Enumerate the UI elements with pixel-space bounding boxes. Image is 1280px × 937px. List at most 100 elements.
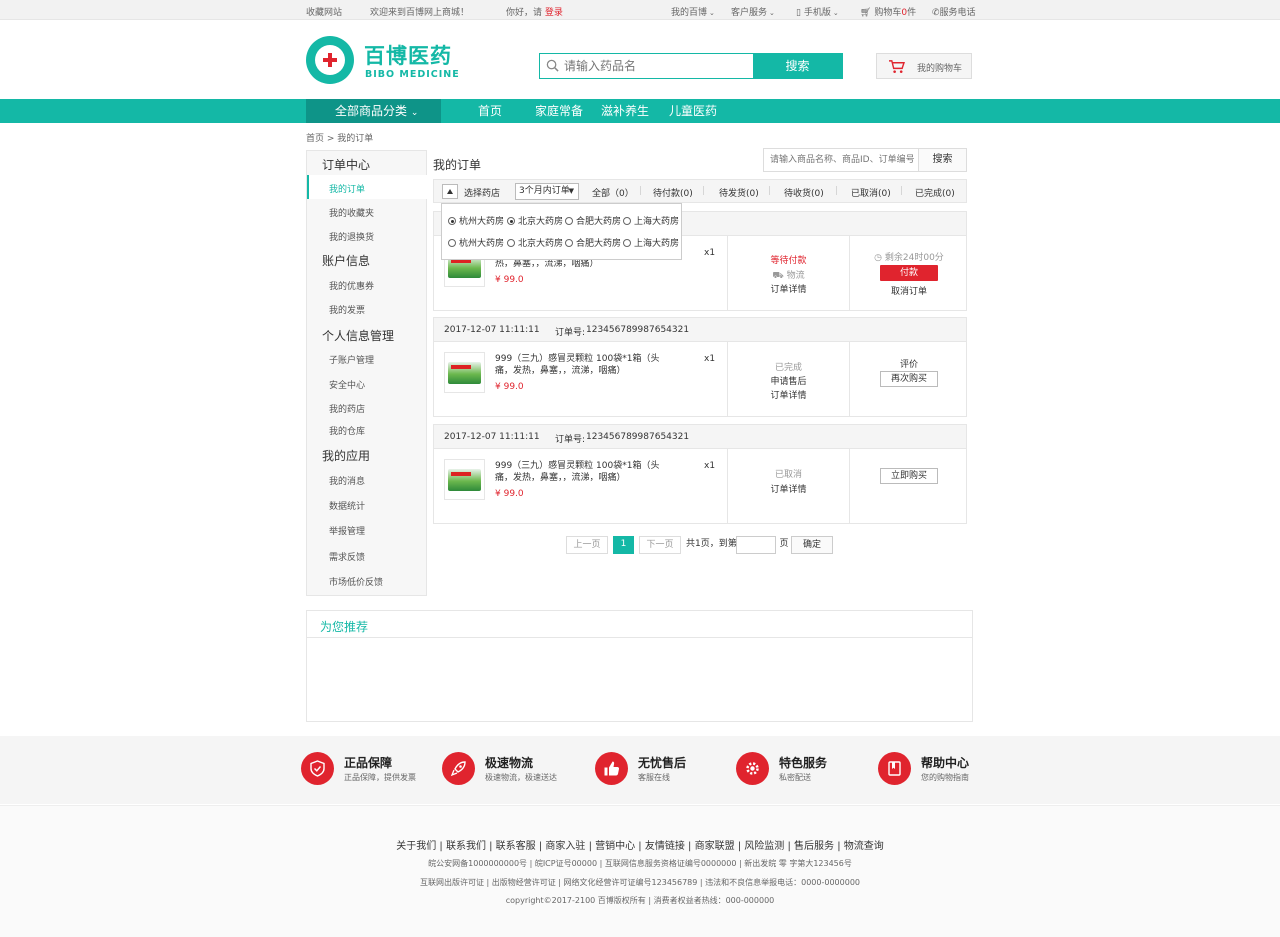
- sidebar-heading-account: 账户信息: [322, 254, 371, 268]
- store-option-label: 上海大药房: [634, 217, 680, 227]
- order-date: 2017-12-07 11:11:11: [444, 432, 540, 442]
- tab-to-receive[interactable]: 待收货(0): [784, 186, 824, 199]
- service-label: 客户服务: [731, 8, 768, 18]
- store-option[interactable]: 合肥大药房: [565, 214, 621, 227]
- sidebar-item-invoices[interactable]: 我的发票: [329, 303, 365, 316]
- login-link[interactable]: 登录: [545, 8, 563, 18]
- product-name[interactable]: 999（三九）感冒灵颗粒 100袋*1箱（头痛，发热，鼻塞，，流涕，咽痛）: [495, 353, 675, 377]
- service-menu[interactable]: 客户服务 ⌄: [731, 5, 775, 18]
- order-header: 2017-12-07 11:11:11 订单号: 123456789987654…: [434, 318, 966, 342]
- order-body: 999（三九）感冒灵颗粒 100袋*1箱（头痛，发热，鼻塞，，流涕，咽痛） ¥ …: [434, 342, 966, 416]
- order-detail-link[interactable]: 订单详情: [728, 482, 849, 495]
- radio-selected-icon: [448, 217, 456, 225]
- search-button[interactable]: 搜索: [753, 54, 842, 78]
- mobile-menu[interactable]: ▯ 手机版 ⌄: [796, 5, 839, 18]
- logistics-link[interactable]: ⛟ 物流: [728, 268, 849, 282]
- topbar-cart[interactable]: 🛒︎ 购物车0件: [860, 5, 916, 18]
- order-filter-bar: 选择药店 3个月内订单 ▼ 全部（0） | 待付款(0) | 待发货(0) | 待…: [433, 179, 967, 203]
- store-option-label: 北京大药房: [518, 239, 564, 249]
- sidebar-item-my-orders[interactable]: 我的订单: [329, 182, 365, 195]
- order-search-button[interactable]: 搜索: [918, 149, 966, 171]
- sidebar-item-sub-account[interactable]: 子账户管理: [329, 353, 374, 366]
- search-input[interactable]: [564, 54, 752, 78]
- sidebar: 订单中心 我的订单 我的收藏夹 我的退换货 账户信息 我的优惠券 我的发票 个人…: [306, 150, 427, 596]
- next-page-button[interactable]: 下一页: [639, 536, 681, 554]
- sidebar-item-report[interactable]: 举报管理: [329, 524, 365, 537]
- sidebar-item-returns[interactable]: 我的退换货: [329, 230, 374, 243]
- nav-item-family[interactable]: 家庭常备: [535, 99, 583, 123]
- radio-icon: [623, 239, 631, 247]
- product-qty: x1: [704, 354, 716, 364]
- service-phone[interactable]: ✆服务电话: [932, 5, 976, 18]
- prev-page-button[interactable]: 上一页: [566, 536, 608, 554]
- tab-cancelled[interactable]: 已取消(0): [851, 186, 891, 199]
- store-option[interactable]: 杭州大药房: [448, 236, 504, 249]
- order-date: 2017-12-07 11:11:11: [444, 325, 540, 335]
- logo[interactable]: 百博医药 BIBO MEDICINE: [306, 36, 459, 86]
- after-sales-link[interactable]: 申请售后: [728, 374, 849, 387]
- footer-links[interactable]: 关于我们 | 联系我们 | 联系客服 | 商家入驻 | 营销中心 | 友情链接 …: [0, 837, 1280, 852]
- store-option[interactable]: 上海大药房: [623, 214, 679, 227]
- sidebar-item-coupons[interactable]: 我的优惠券: [329, 279, 374, 292]
- tab-all[interactable]: 全部（0）: [592, 186, 634, 199]
- sidebar-item-feedback[interactable]: 需求反馈: [329, 550, 365, 563]
- pay-button[interactable]: 付款: [880, 265, 938, 281]
- sidebar-item-stats[interactable]: 数据统计: [329, 499, 365, 512]
- logo-mark-icon: [306, 36, 354, 84]
- review-link[interactable]: 评价: [850, 357, 968, 370]
- my-bibo-label: 我的百博: [671, 8, 708, 18]
- page-1-button[interactable]: 1: [613, 536, 634, 554]
- nav-item-tonic[interactable]: 滋补养生: [601, 99, 649, 123]
- product-price: ¥ 99.0: [495, 489, 524, 499]
- tab-to-ship[interactable]: 待发货(0): [719, 186, 759, 199]
- order-search-input[interactable]: [770, 149, 920, 171]
- sidebar-item-security[interactable]: 安全中心: [329, 378, 365, 391]
- buy-now-button[interactable]: 立即购买: [880, 468, 938, 484]
- store-option-label: 杭州大药房: [459, 217, 505, 227]
- product-name[interactable]: 999（三九）感冒灵颗粒 100袋*1箱（头痛，发热，鼻塞，，流涕，咽痛）: [495, 460, 675, 484]
- collapse-up-icon[interactable]: [442, 184, 458, 199]
- order-card: 2017-12-07 11:11:11 订单号: 123456789987654…: [433, 317, 967, 417]
- tab-unpaid[interactable]: 待付款(0): [653, 186, 693, 199]
- sidebar-heading-apps: 我的应用: [322, 449, 371, 463]
- tab-divider: |: [900, 186, 904, 196]
- store-option[interactable]: 北京大药房: [507, 214, 563, 227]
- store-option[interactable]: 北京大药房: [507, 236, 563, 249]
- nav-item-children[interactable]: 儿童医药: [669, 99, 717, 123]
- product-image[interactable]: [444, 459, 485, 500]
- truck-icon: ⛟: [772, 271, 784, 281]
- sidebar-item-warehouse[interactable]: 我的仓库: [329, 424, 365, 437]
- breadcrumb: 首页 > 我的订单: [306, 134, 374, 144]
- sidebar-item-messages[interactable]: 我的消息: [329, 474, 365, 487]
- my-bibo-menu[interactable]: 我的百博 ⌄: [671, 5, 715, 18]
- product-image[interactable]: [444, 352, 485, 393]
- store-option[interactable]: 上海大药房: [623, 236, 679, 249]
- store-option[interactable]: 杭州大药房: [448, 214, 504, 227]
- rebuy-button[interactable]: 再次购买: [880, 371, 938, 387]
- order-detail-link[interactable]: 订单详情: [728, 282, 849, 295]
- order-detail-link[interactable]: 订单详情: [728, 388, 849, 401]
- cart-unit: 件: [907, 8, 917, 18]
- favorite-link[interactable]: 收藏网站: [306, 5, 342, 18]
- cancel-order-link[interactable]: 取消订单: [850, 284, 968, 297]
- all-categories-menu[interactable]: 全部商品分类 ⌄: [306, 99, 441, 123]
- tab-divider: |: [702, 186, 706, 196]
- sidebar-item-market[interactable]: 市场低价反馈: [329, 575, 383, 588]
- shield-icon: [301, 752, 334, 785]
- tab-divider: |: [768, 186, 772, 196]
- product-price: ¥ 99.0: [495, 275, 524, 285]
- choose-store-label[interactable]: 选择药店: [464, 186, 500, 199]
- top-bar: 收藏网站 欢迎来到百博网上商城！ 你好，请 登录 我的百博 ⌄ 客户服务 ⌄ ▯ 手…: [0, 0, 1280, 20]
- my-cart-button[interactable]: 我的购物车: [876, 53, 972, 79]
- period-select[interactable]: 3个月内订单 ▼: [515, 183, 579, 200]
- page-number-input[interactable]: [736, 536, 776, 554]
- sidebar-item-pharmacy[interactable]: 我的药店: [329, 402, 365, 415]
- cart-icon: 🛒︎: [860, 8, 872, 18]
- sidebar-item-favorites[interactable]: 我的收藏夹: [329, 206, 374, 219]
- confirm-page-button[interactable]: 确定: [791, 536, 833, 554]
- store-option[interactable]: 合肥大药房: [565, 236, 621, 249]
- nav-item-home[interactable]: 首页: [478, 99, 502, 123]
- book-icon: [878, 752, 911, 785]
- tab-completed[interactable]: 已完成(0): [915, 186, 955, 199]
- thumbs-up-icon: [595, 752, 628, 785]
